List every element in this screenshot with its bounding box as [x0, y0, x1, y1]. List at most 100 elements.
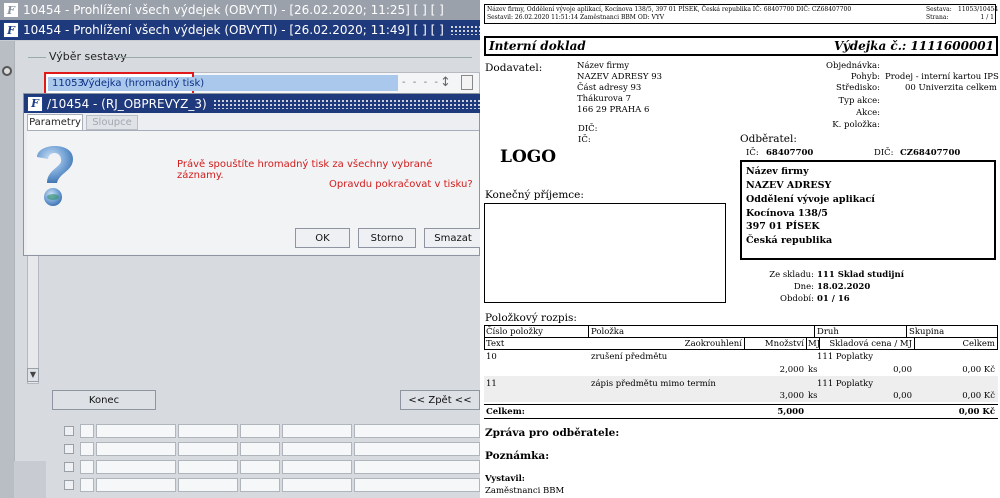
row-checkbox[interactable] — [64, 426, 74, 436]
customer-label: Odběratel: — [740, 133, 797, 145]
strana-label: Strana: — [926, 14, 949, 21]
col-unit: MJ — [808, 339, 821, 349]
row-total: 0,00 Kč — [962, 365, 995, 375]
placeholder-dashes: - - - - — [402, 77, 440, 88]
konec-button[interactable]: Konec — [52, 390, 156, 410]
customer-ic-label: IČ: — [746, 148, 759, 158]
ok-button[interactable]: OK — [295, 228, 350, 248]
final-recipient-box — [484, 203, 726, 303]
background-window-titlebar[interactable]: F 10454 - Prohlížení všech výdejek (OBVY… — [0, 0, 480, 20]
group-divider — [112, 57, 472, 58]
document-number: Výdejka č.: 1111600001 — [833, 39, 994, 53]
grid-cell[interactable] — [96, 460, 176, 474]
question-mark-icon — [37, 146, 73, 206]
total-rule — [484, 418, 998, 419]
application-area: F 10454 - Prohlížení všech výdejek (OBVY… — [0, 0, 480, 498]
table-rule — [744, 337, 745, 349]
tab-sloupce[interactable]: Sloupce — [86, 115, 138, 130]
grid-cell[interactable] — [354, 442, 480, 456]
movement-value: Prodej - interní kartou IPS — [885, 72, 999, 82]
dialog-body: Právě spouštíte hromadný tisk za všechny… — [27, 130, 480, 254]
left-toolbar-strip — [0, 41, 14, 498]
back-button[interactable]: << Zpět << — [400, 390, 480, 410]
row-total: 0,00 Kč — [962, 391, 995, 401]
movement-label: Pohyb: — [850, 72, 880, 82]
total-sum: 0,00 Kč — [958, 407, 995, 417]
col-item-number: Číslo položky — [486, 327, 543, 337]
confirm-message: Právě spouštíte hromadný tisk za všechny… — [177, 159, 433, 181]
storno-button[interactable]: Storno — [358, 228, 416, 248]
dialog-titlebar[interactable]: F /10454 - (RJ_OBPREVYZ_3) — [24, 94, 480, 113]
date-value: 18.02.2020 — [817, 282, 871, 292]
customer-line: Česká republika — [746, 235, 833, 246]
active-window-titlebar[interactable]: F 10454 - Prohlížení všech výdejek (OBVY… — [0, 20, 480, 40]
grid-cell[interactable] — [282, 478, 352, 492]
grid-cell[interactable] — [96, 478, 176, 492]
grid-cell[interactable] — [240, 478, 280, 492]
grid-cell[interactable] — [282, 460, 352, 474]
grid-cell[interactable] — [178, 424, 238, 438]
grid-cell[interactable] — [96, 442, 176, 456]
document-preview: Název firmy, Oddělení vývoje aplikací, K… — [480, 0, 1000, 498]
gear-icon[interactable] — [2, 66, 12, 76]
dialog-title: /10454 - (RJ_OBPREVYZ_3) — [47, 96, 207, 111]
table-rule — [814, 325, 815, 337]
tab-parametry[interactable]: Parametry — [27, 114, 83, 130]
row-kind: 111 Poplatky — [817, 379, 874, 389]
center-label: Středisko: — [836, 83, 880, 93]
grid-cell[interactable] — [80, 442, 94, 456]
stock-label: Ze skladu: — [769, 270, 814, 280]
grid-cell[interactable] — [240, 460, 280, 474]
author-line: Sestavil: 26.02.2020 11:51:14 Zaměstnanc… — [487, 14, 665, 21]
customer-name: Název firmy — [746, 166, 809, 177]
row-quantity: 3,000 — [779, 391, 804, 401]
grid-cell[interactable] — [240, 442, 280, 456]
row-number: 10 — [486, 352, 497, 362]
row-checkbox[interactable] — [64, 444, 74, 454]
grid-cell[interactable] — [96, 424, 176, 438]
record-grid — [46, 420, 480, 498]
grid-cell[interactable] — [240, 424, 280, 438]
grid-cell[interactable] — [80, 478, 94, 492]
report-list-item-selected[interactable]: 11053 Výdejka (hromadný tisk) — [44, 72, 233, 95]
customer-dic-label: DIČ: — [874, 148, 894, 158]
stock-value: 111 Sklad studijní — [817, 270, 904, 280]
titlebar-grip — [449, 25, 480, 35]
row-checkbox[interactable] — [64, 480, 74, 490]
customer-message-label: Zpráva pro odběratele: — [485, 427, 620, 439]
app-logo-icon: F — [27, 95, 43, 112]
issued-by-label: Vystavil: — [485, 474, 525, 484]
grid-cell[interactable] — [178, 478, 238, 492]
pdf-document-icon[interactable] — [461, 75, 473, 90]
sort-arrows-icon[interactable]: ↕ — [440, 75, 452, 91]
grid-cell[interactable] — [178, 460, 238, 474]
grid-cell[interactable] — [80, 424, 94, 438]
app-logo-icon: F — [3, 2, 19, 18]
table-rule — [484, 337, 998, 338]
report-number: 11053 — [52, 78, 84, 89]
grid-cell[interactable] — [354, 460, 480, 474]
sestava-label: Sestava: — [926, 6, 952, 13]
table-rule — [588, 325, 589, 337]
grid-cell[interactable] — [354, 424, 480, 438]
grid-cell[interactable] — [80, 460, 94, 474]
table-rule — [484, 325, 485, 349]
grid-cell[interactable] — [354, 478, 480, 492]
smazat-button[interactable]: Smazat — [424, 228, 480, 248]
row-checkbox[interactable] — [64, 462, 74, 472]
scroll-down-icon[interactable]: ▼ — [27, 368, 39, 382]
supplier-line: NAZEV ADRESY 93 — [577, 72, 663, 82]
grid-cell[interactable] — [282, 424, 352, 438]
grid-cell[interactable] — [178, 442, 238, 456]
note-label: Poznámka: — [485, 450, 550, 462]
item-label: K. položka: — [832, 120, 880, 130]
table-rule — [914, 337, 915, 349]
row-item-name: zrušení předmětu — [591, 352, 668, 362]
order-label: Objednávka: — [826, 61, 880, 71]
period-label: Období: — [780, 294, 814, 304]
row-price: 0,00 — [893, 365, 912, 375]
grid-cell[interactable] — [282, 442, 352, 456]
total-rule — [484, 404, 998, 405]
customer-ic: 68407700 — [766, 148, 814, 158]
total-label: Celkem: — [486, 407, 525, 417]
